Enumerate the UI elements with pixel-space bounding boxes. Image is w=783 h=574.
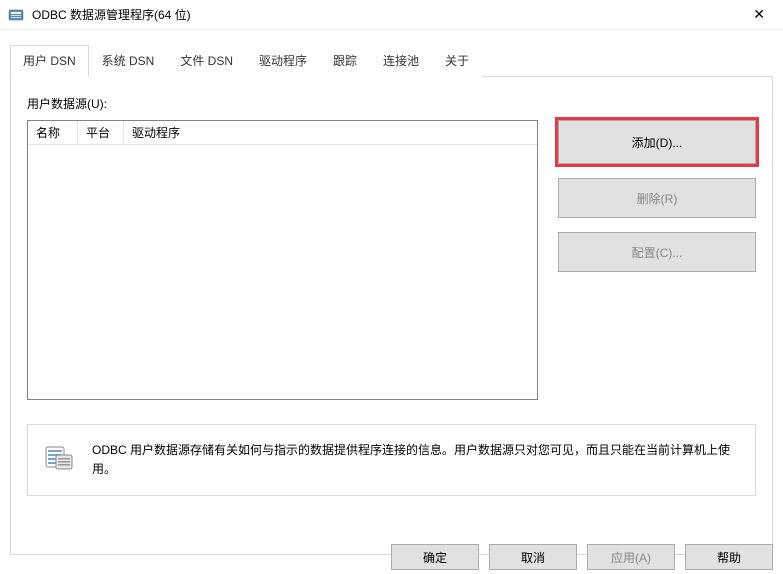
column-driver[interactable]: 驱动程序 bbox=[124, 121, 537, 144]
side-buttons: 添加(D)... 删除(R) 配置(C)... bbox=[558, 120, 756, 272]
column-name[interactable]: 名称 bbox=[28, 121, 78, 144]
user-dsn-label: 用户数据源(U): bbox=[27, 95, 756, 112]
tab-connection-pooling[interactable]: 连接池 bbox=[370, 45, 432, 77]
info-text: ODBC 用户数据源存储有关如何与指示的数据提供程序连接的信息。用户数据源只对您… bbox=[92, 441, 741, 479]
tab-strip: 用户 DSN 系统 DSN 文件 DSN 驱动程序 跟踪 连接池 关于 bbox=[10, 44, 773, 77]
apply-button[interactable]: 应用(A) bbox=[587, 544, 675, 570]
window-title: ODBC 数据源管理程序(64 位) bbox=[32, 6, 191, 23]
column-platform[interactable]: 平台 bbox=[78, 121, 124, 144]
info-box: ODBC 用户数据源存储有关如何与指示的数据提供程序连接的信息。用户数据源只对您… bbox=[27, 424, 756, 496]
database-icon bbox=[42, 441, 74, 473]
odbc-icon bbox=[8, 7, 24, 23]
tab-about[interactable]: 关于 bbox=[432, 45, 482, 77]
tab-tracing[interactable]: 跟踪 bbox=[320, 45, 370, 77]
close-icon[interactable]: ✕ bbox=[745, 4, 773, 25]
tab-panel-user-dsn: 用户数据源(U): 名称 平台 驱动程序 添加(D)... 删除(R) 配置(C… bbox=[10, 77, 773, 555]
content-row: 名称 平台 驱动程序 添加(D)... 删除(R) 配置(C)... bbox=[27, 120, 756, 400]
tab-drivers[interactable]: 驱动程序 bbox=[246, 45, 320, 77]
add-button[interactable]: 添加(D)... bbox=[558, 120, 756, 164]
ok-button[interactable]: 确定 bbox=[391, 544, 479, 570]
tab-file-dsn[interactable]: 文件 DSN bbox=[167, 45, 246, 77]
titlebar: ODBC 数据源管理程序(64 位) ✕ bbox=[0, 0, 783, 30]
remove-button[interactable]: 删除(R) bbox=[558, 178, 756, 218]
tab-user-dsn[interactable]: 用户 DSN bbox=[10, 45, 89, 77]
tab-system-dsn[interactable]: 系统 DSN bbox=[89, 45, 168, 77]
dsn-list-header: 名称 平台 驱动程序 bbox=[28, 121, 537, 145]
configure-button[interactable]: 配置(C)... bbox=[558, 232, 756, 272]
dialog-buttons: 确定 取消 应用(A) 帮助 bbox=[391, 540, 773, 574]
cancel-button[interactable]: 取消 bbox=[489, 544, 577, 570]
dsn-listview[interactable]: 名称 平台 驱动程序 bbox=[27, 120, 538, 400]
help-button[interactable]: 帮助 bbox=[685, 544, 773, 570]
window-body: 用户 DSN 系统 DSN 文件 DSN 驱动程序 跟踪 连接池 关于 用户数据… bbox=[0, 30, 783, 555]
